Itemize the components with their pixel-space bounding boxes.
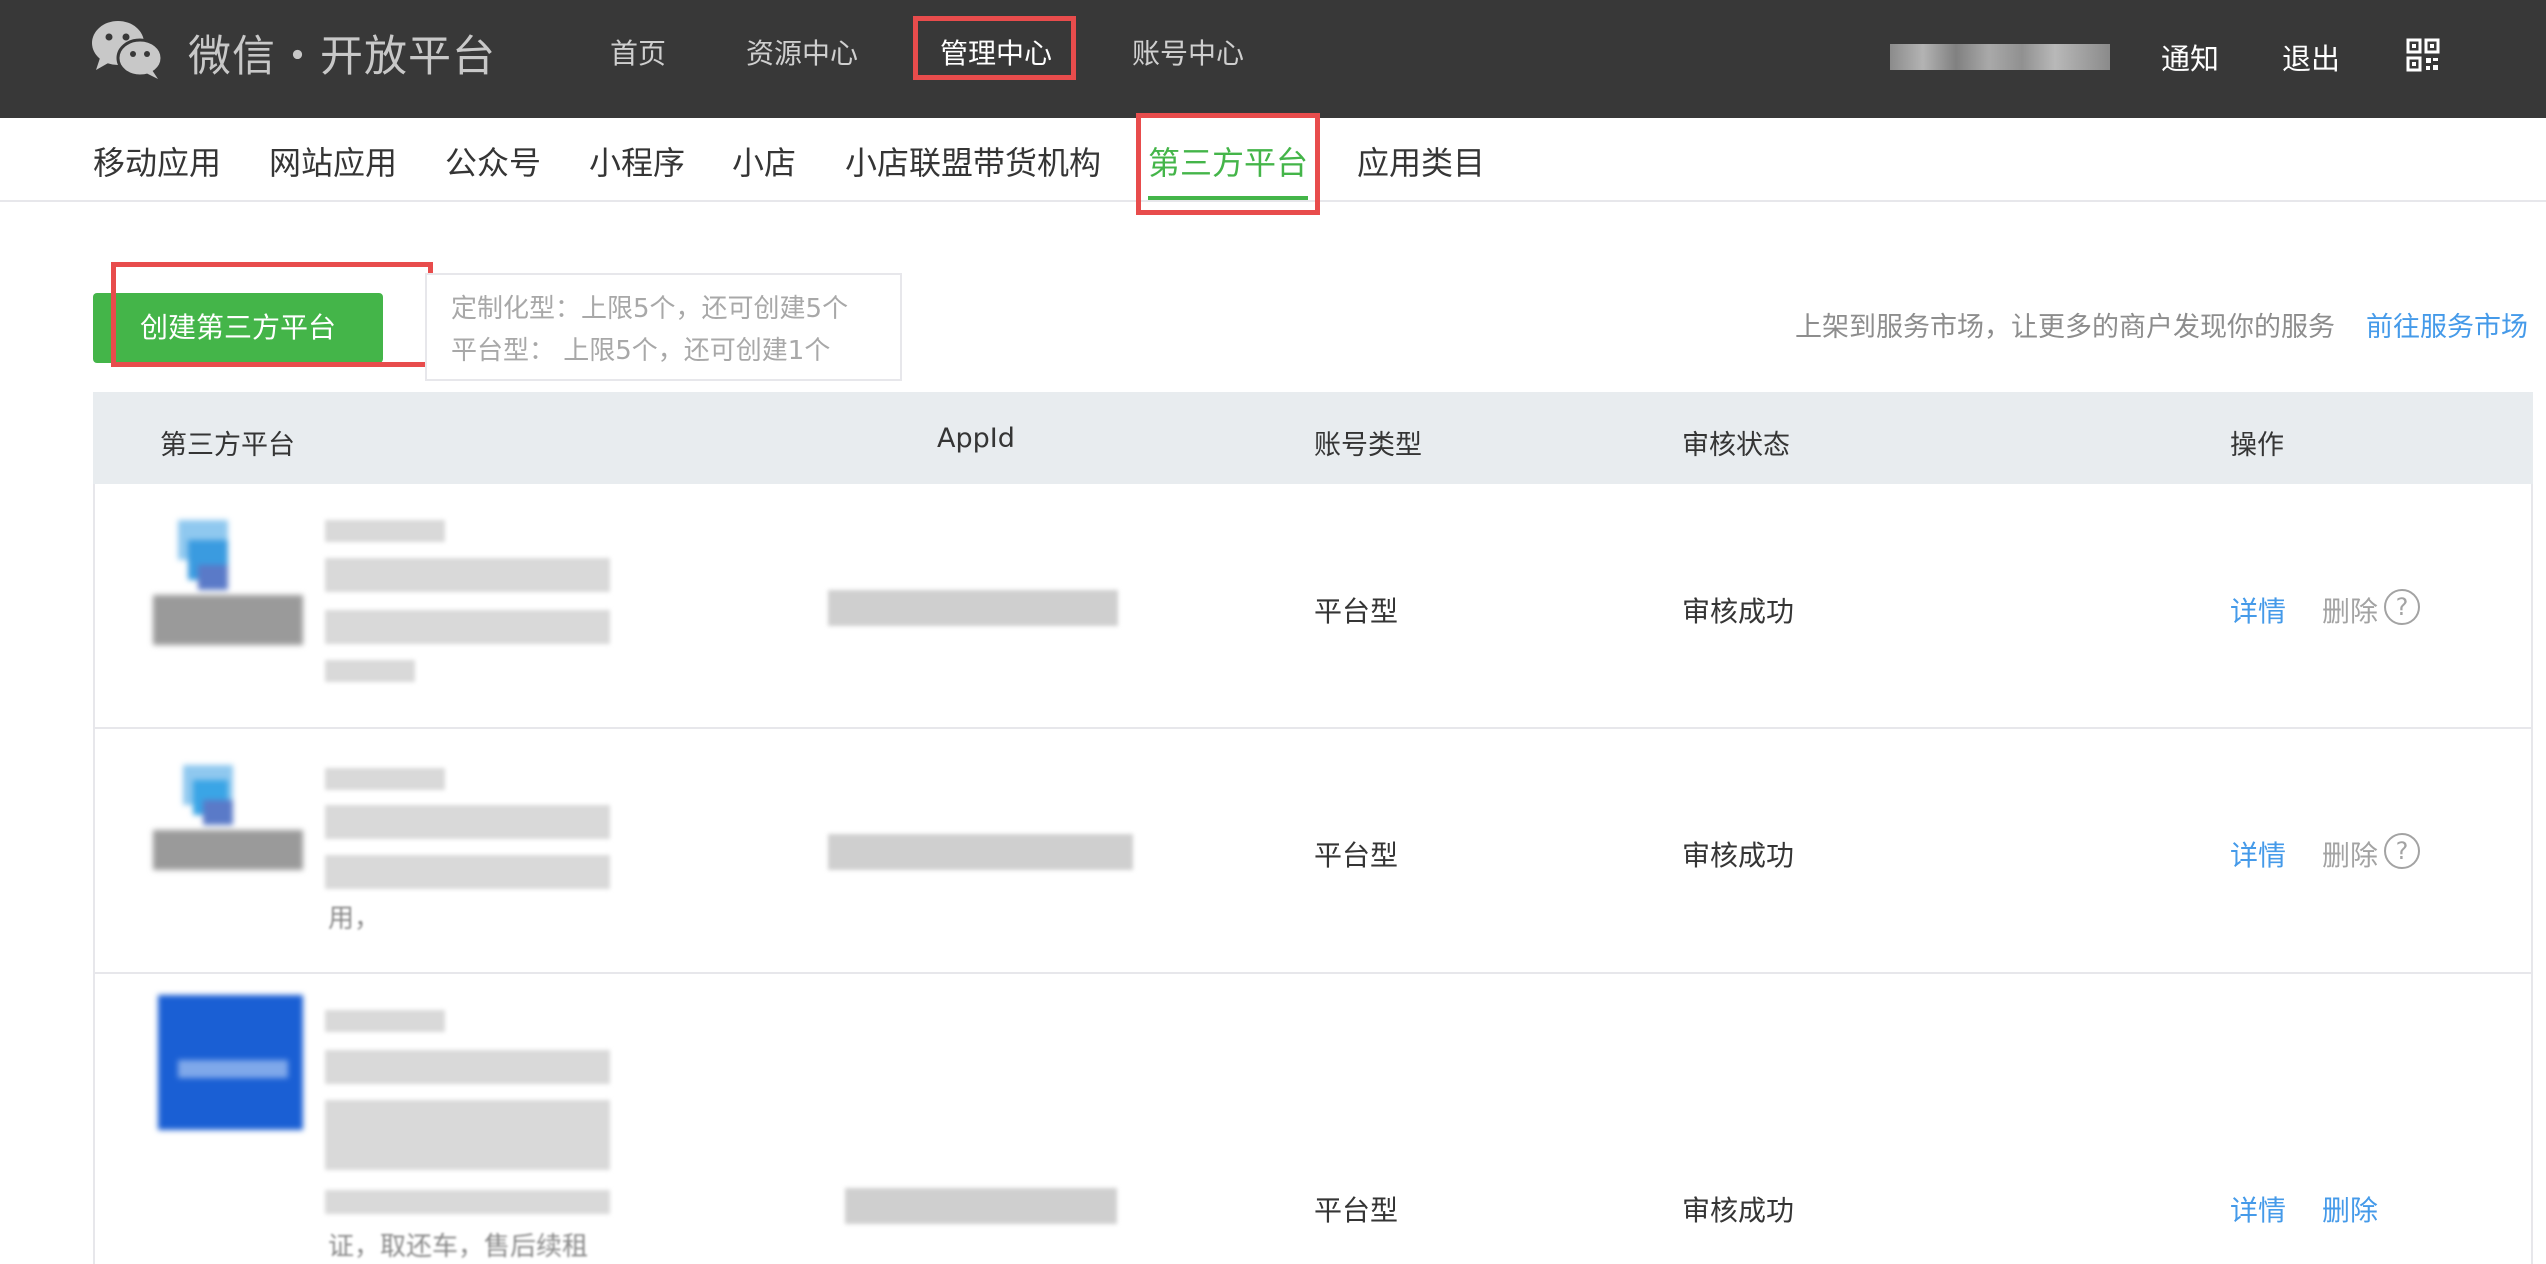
delete-link-disabled: 删除 (2322, 595, 2379, 628)
account-type: 平台型 (1314, 839, 1399, 872)
detail-link[interactable]: 详情 (2230, 834, 2286, 874)
platform-logo-redacted (158, 995, 303, 1130)
sub-nav-third-party-platform[interactable]: 第三方平台 (1148, 138, 1308, 184)
delete-link-disabled: 删除 (2322, 839, 2379, 872)
col-header-account-type: 账号类型 (1314, 430, 1422, 461)
quota-platform-text: 平台型： 上限5个，还可创建1个 (451, 336, 831, 366)
help-icon[interactable]: ? (2384, 833, 2420, 869)
top-nav-home[interactable]: 首页 (610, 32, 666, 72)
sub-nav-web-apps[interactable]: 网站应用 (269, 138, 397, 184)
col-header-actions: 操作 (2230, 430, 2284, 461)
platform-desc-fragment: 证，取还车，售后续租 (328, 1232, 589, 1262)
platform-desc-redacted (325, 855, 610, 889)
sub-nav-mobile-apps[interactable]: 移动应用 (93, 138, 221, 184)
sub-nav-shop[interactable]: 小店 (732, 138, 796, 184)
platform-name-redacted (325, 768, 445, 790)
review-status: 审核成功 (1682, 839, 1795, 872)
platform-desc-redacted (325, 610, 610, 644)
highlight-box-create (111, 262, 433, 367)
platform-logo-redacted (153, 765, 303, 870)
sub-nav-mini-programs[interactable]: 小程序 (589, 138, 685, 184)
delete-link[interactable]: 删除 (2322, 1189, 2378, 1229)
row-divider (93, 972, 2533, 974)
sub-nav-official-accounts[interactable]: 公众号 (445, 138, 541, 184)
wechat-logo-icon (92, 21, 164, 79)
review-status: 审核成功 (1682, 1194, 1795, 1227)
notify-link[interactable]: 通知 (2161, 36, 2219, 78)
active-tab-underline (1148, 196, 1308, 200)
platform-desc-redacted (325, 1190, 610, 1214)
help-icon[interactable]: ? (2384, 589, 2420, 625)
platform-desc-fragment: 用， (328, 904, 381, 934)
detail-link[interactable]: 详情 (2230, 1189, 2286, 1229)
review-status: 审核成功 (1682, 595, 1795, 628)
service-market-promo: 上架到服务市场，让更多的商户发现你的服务 (1795, 312, 2335, 343)
service-market-link[interactable]: 前往服务市场 (2366, 305, 2528, 344)
top-nav-resources[interactable]: 资源中心 (746, 32, 858, 72)
top-nav-account[interactable]: 账号中心 (1132, 32, 1244, 72)
top-nav-manage[interactable]: 管理中心 (940, 32, 1052, 72)
platform-name-redacted (325, 520, 445, 542)
col-header-appid: AppId (937, 423, 1015, 454)
platform-desc-redacted (325, 558, 610, 592)
appid-redacted (828, 590, 1118, 626)
platform-desc-redacted (325, 1100, 610, 1170)
quota-custom-text: 定制化型：上限5个，还可创建5个 (451, 294, 849, 324)
platform-desc-redacted (325, 1050, 610, 1084)
appid-redacted (828, 834, 1133, 870)
table-header (93, 392, 2533, 484)
logout-link[interactable]: 退出 (2282, 36, 2340, 78)
platform-desc-redacted (325, 805, 610, 839)
row-divider (93, 727, 2533, 729)
account-type: 平台型 (1314, 1194, 1399, 1227)
sub-nav-shop-alliance[interactable]: 小店联盟带货机构 (845, 138, 1101, 184)
platform-name-redacted (325, 1010, 445, 1032)
detail-link[interactable]: 详情 (2230, 590, 2286, 630)
sub-nav-app-categories[interactable]: 应用类目 (1357, 138, 1485, 184)
qrcode-icon[interactable] (2406, 38, 2440, 72)
col-header-platform: 第三方平台 (160, 430, 295, 461)
platform-logo-redacted (153, 520, 303, 645)
appid-redacted (845, 1188, 1117, 1224)
account-type: 平台型 (1314, 595, 1399, 628)
col-header-review-status: 审核状态 (1682, 430, 1790, 461)
brand-title[interactable]: 微信・开放平台 (188, 22, 496, 84)
platform-desc-redacted (325, 660, 415, 682)
account-name-redacted[interactable] (1890, 44, 2110, 70)
